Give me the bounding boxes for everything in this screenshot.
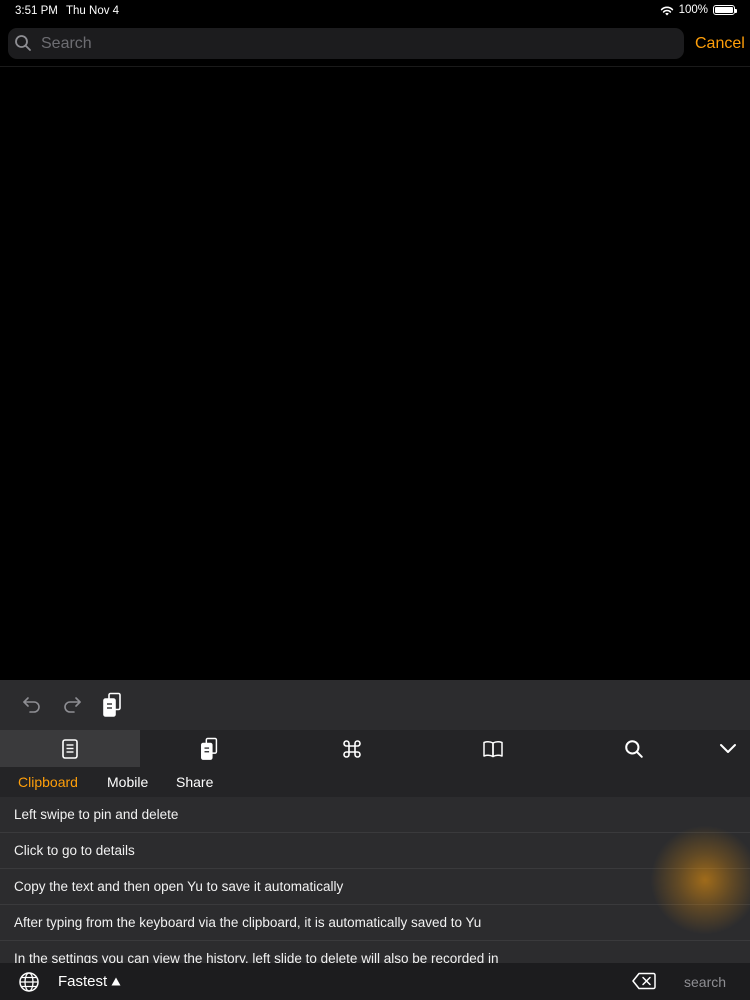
tab-collapse[interactable] [705,730,750,767]
tab-mobile[interactable] [140,730,280,767]
chevron-down-icon [719,743,736,753]
tab-clipboard[interactable] [0,730,140,767]
search-key[interactable]: search [684,974,726,990]
subtab-share[interactable]: Share [176,774,213,790]
search-icon [15,35,31,51]
search-row: Cancel [0,28,750,60]
clipboard-paste-icon[interactable] [101,692,125,718]
list-item[interactable]: Click to go to details [0,833,750,869]
search-box[interactable] [8,28,684,59]
tab-dictionary[interactable] [423,730,563,767]
keyboard-bottom-bar: Fastest search [0,963,750,1000]
status-indicators: 100% [660,4,737,16]
keyboard: Clipboard Mobile Share Left swipe to pin… [0,680,750,1000]
list-item[interactable]: In the settings you can view the history… [0,941,750,963]
subtab-clipboard[interactable]: Clipboard [18,774,78,790]
redo-icon[interactable] [61,693,83,715]
speed-label: Fastest [58,973,108,990]
book-icon [483,740,503,757]
delete-backspace-icon[interactable] [632,972,656,990]
tab-commands[interactable] [282,730,422,767]
keyboard-toolbar [0,680,750,730]
cancel-button[interactable]: Cancel [695,35,745,53]
status-date: Thu Nov 4 [66,5,120,17]
status-bar: 3:51 PM Thu Nov 4 100% [0,0,750,22]
document-icon [62,738,78,759]
globe-icon[interactable] [18,971,40,993]
clipboard-subtabs: Clipboard Mobile Share [0,767,750,797]
keyboard-tabbar [0,730,750,767]
list-item[interactable]: Copy the text and then open Yu to save i… [0,869,750,905]
search-results-area [0,67,750,680]
speed-selector[interactable]: Fastest [58,973,121,990]
wifi-icon [660,6,673,15]
triangle-up-icon [111,977,121,986]
tab-search[interactable] [564,730,704,767]
search-icon [625,739,643,758]
subtab-mobile[interactable]: Mobile [107,774,148,790]
search-input[interactable] [37,28,671,59]
list-item[interactable]: Left swipe to pin and delete [0,797,750,833]
undo-icon[interactable] [21,693,43,715]
mobile-clipboard-icon [201,737,218,760]
clipboard-list: Left swipe to pin and delete Click to go… [0,797,750,963]
command-icon [343,739,361,758]
battery-percent: 100% [678,4,708,16]
status-time: 3:51 PM [15,5,58,17]
battery-icon [713,5,737,15]
list-item[interactable]: After typing from the keyboard via the c… [0,905,750,941]
